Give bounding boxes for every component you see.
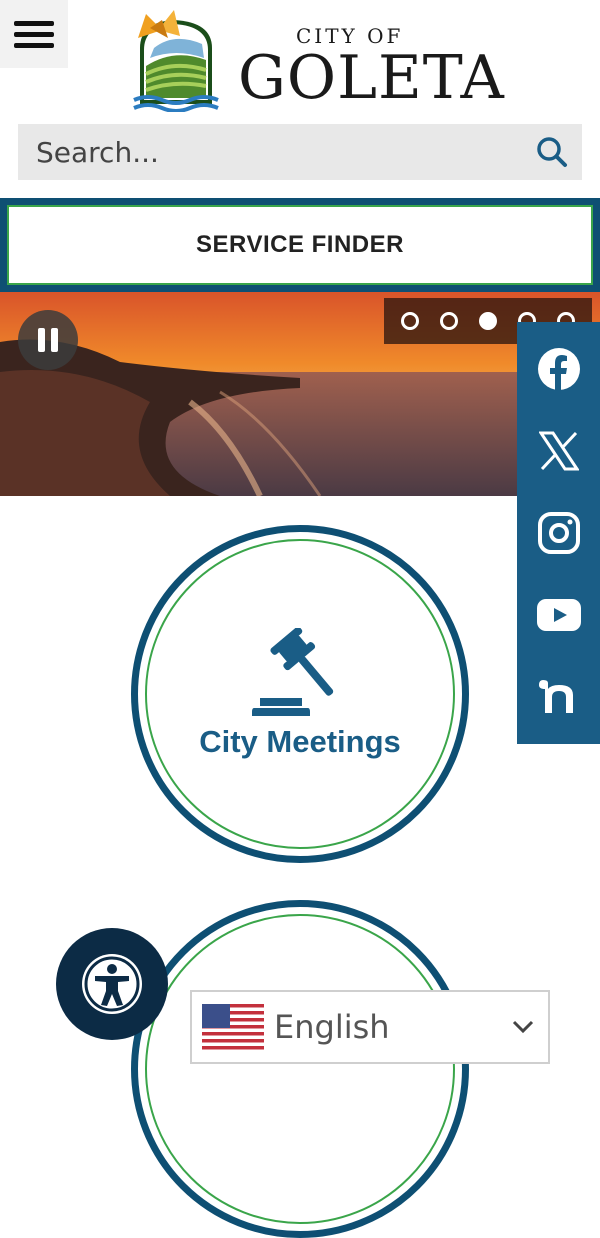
- search-icon: [537, 137, 567, 167]
- nextdoor-link[interactable]: [535, 673, 583, 721]
- instagram-icon: [537, 512, 580, 554]
- second-tile-inner: [145, 914, 455, 1224]
- x-link[interactable]: [535, 427, 583, 475]
- pause-icon: [38, 328, 58, 352]
- language-label: English: [274, 1008, 390, 1046]
- city-meetings-label: City Meetings: [199, 724, 401, 759]
- youtube-link[interactable]: [535, 591, 583, 639]
- accessibility-icon: [82, 954, 142, 1014]
- search-bar: [18, 124, 582, 180]
- hamburger-icon: [14, 21, 54, 48]
- slide-dot-3[interactable]: [478, 312, 497, 330]
- city-logo[interactable]: CITY OF GOLETA: [128, 8, 504, 116]
- language-dropdown[interactable]: [498, 1020, 548, 1034]
- city-meetings-tile[interactable]: City Meetings: [131, 525, 469, 863]
- chevron-down-icon: [512, 1020, 534, 1034]
- nextdoor-icon: [538, 680, 573, 713]
- facebook-icon: [537, 348, 580, 391]
- slide-dot-1[interactable]: [400, 312, 419, 330]
- gavel-icon: [252, 628, 334, 716]
- x-icon: [538, 431, 579, 471]
- menu-button[interactable]: [0, 0, 68, 68]
- service-finder-banner: SERVICE FINDER: [0, 198, 600, 292]
- search-button[interactable]: [522, 124, 582, 180]
- search-input[interactable]: [18, 124, 522, 180]
- facebook-link[interactable]: [535, 345, 583, 393]
- accessibility-button[interactable]: [56, 928, 168, 1040]
- city-emblem-icon: [133, 10, 219, 112]
- city-meetings-tile-inner: City Meetings: [145, 539, 455, 849]
- slideshow-pause-button[interactable]: [18, 310, 78, 370]
- logo-goleta: GOLETA: [238, 43, 505, 113]
- service-finder-button[interactable]: SERVICE FINDER: [7, 205, 593, 285]
- slide-dot-2[interactable]: [439, 312, 458, 330]
- instagram-link[interactable]: [535, 509, 583, 557]
- language-selector[interactable]: English: [190, 990, 550, 1064]
- youtube-icon: [536, 599, 581, 631]
- social-sidebar: [517, 322, 600, 744]
- second-tile[interactable]: [131, 900, 469, 1238]
- us-flag-icon: [202, 1004, 264, 1050]
